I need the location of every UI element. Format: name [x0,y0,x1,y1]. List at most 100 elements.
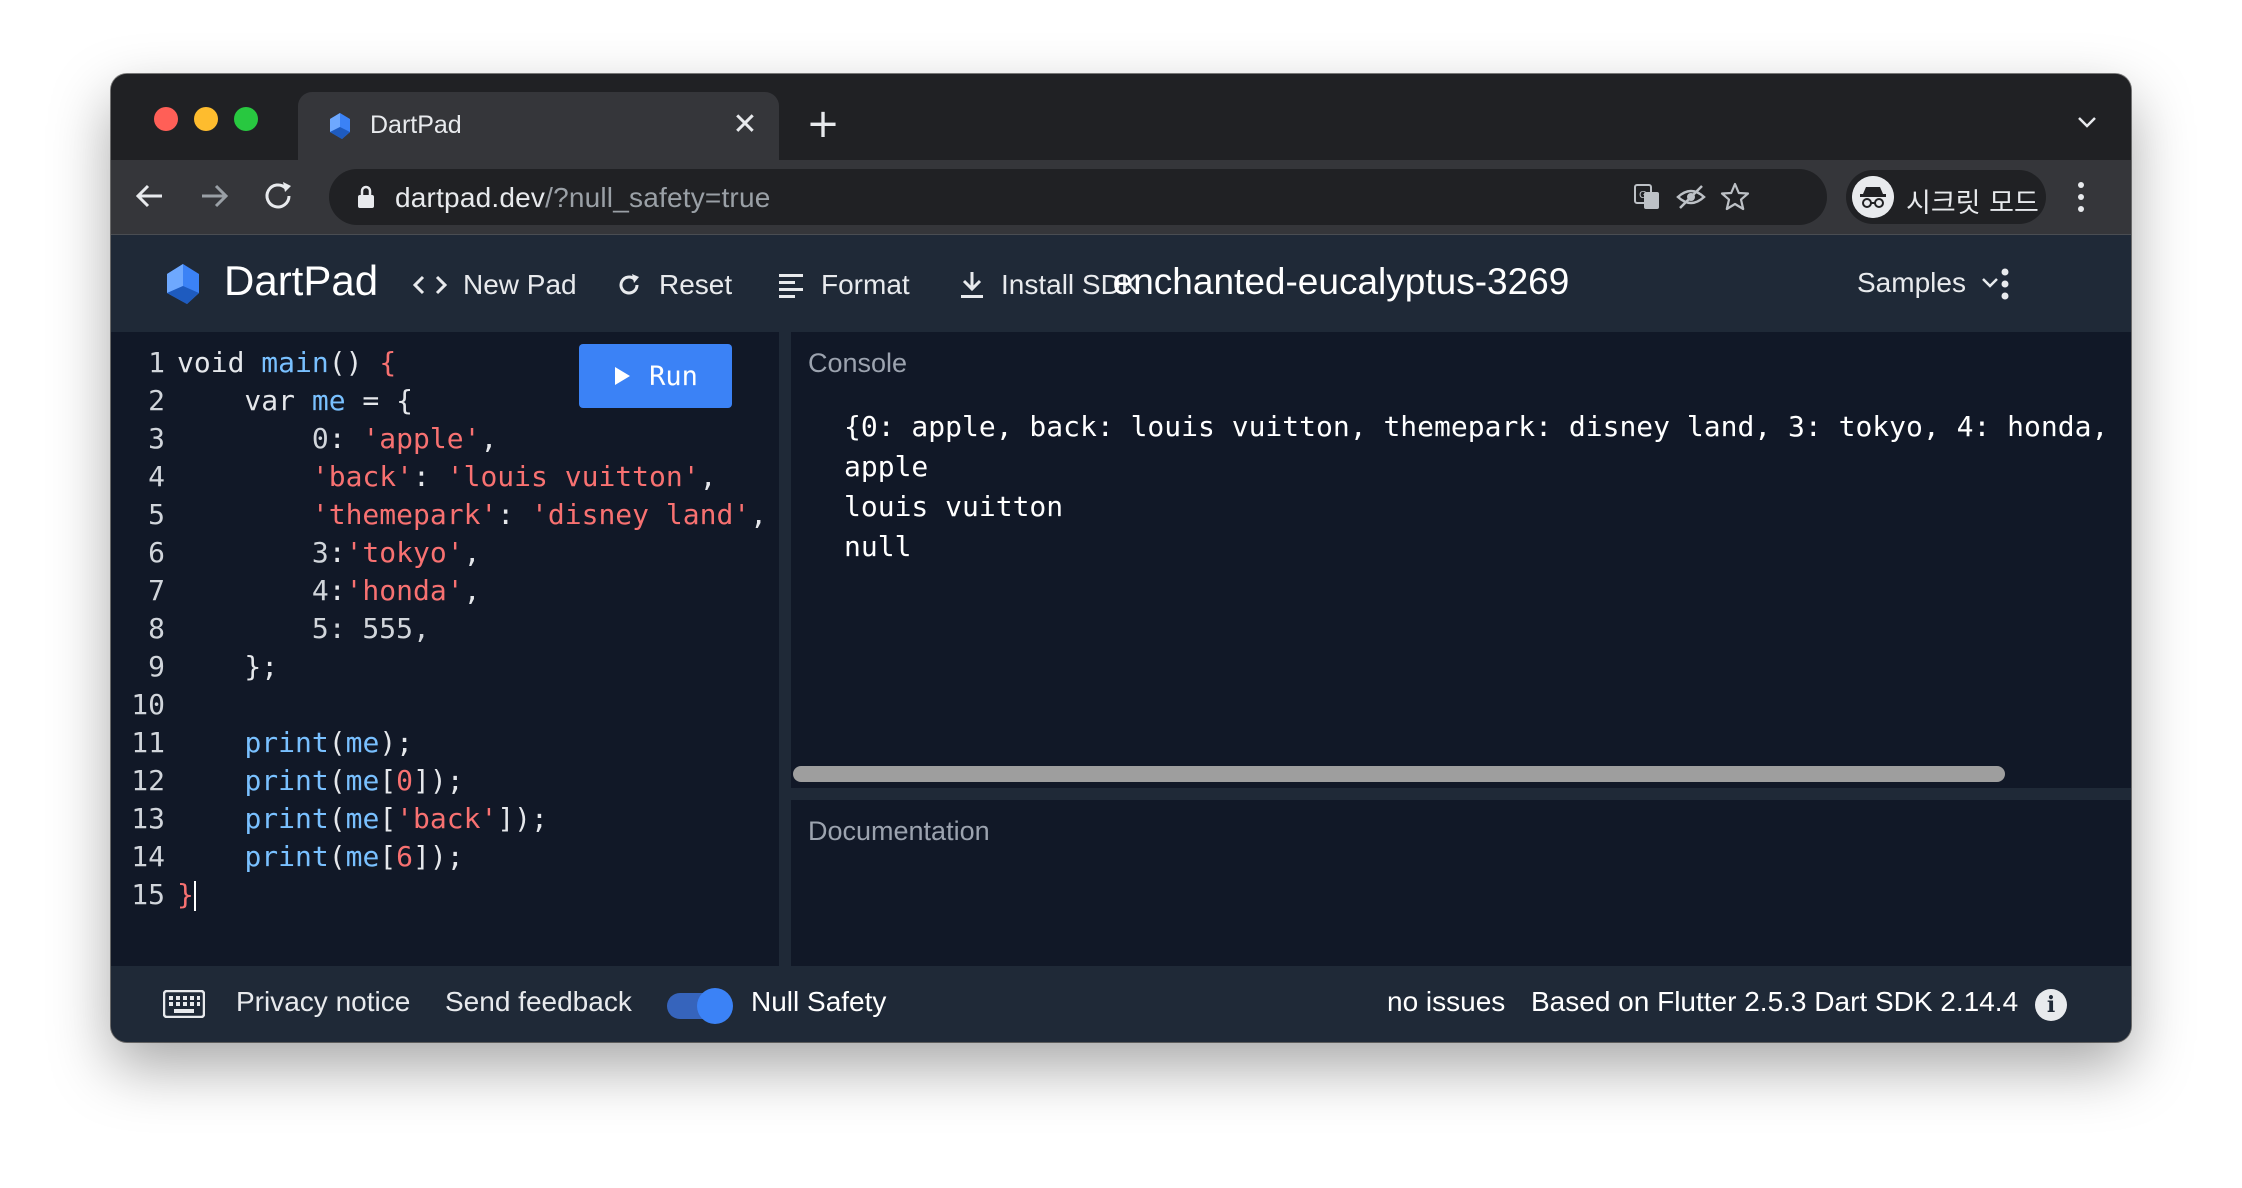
code-line: 13 print(me['back']); [111,800,548,838]
run-button[interactable]: Run [579,344,732,408]
code-token: 3 [177,536,329,569]
line-number: 9 [148,650,165,683]
code-token: print [244,802,329,835]
console-line: louis vuitton [844,490,1064,523]
code-line: 9 }; [111,648,278,686]
code-token: { [379,346,397,379]
null-safety-toggle[interactable] [667,988,735,1024]
console-line: apple [844,450,929,483]
line-number: 10 [131,688,165,721]
code-token: me [345,764,380,797]
chevron-down-icon [1982,278,1998,288]
translate-icon[interactable]: G [1631,181,1663,213]
code-token: me [345,802,380,835]
horizontal-splitter[interactable] [791,788,2131,800]
documentation-label: Documentation [808,816,990,846]
lock-icon[interactable] [355,184,377,210]
new-pad-label: New Pad [463,269,577,300]
code-line: 10 [111,686,177,724]
samples-dropdown[interactable]: Samples [1857,267,2000,299]
code-token: 'back' [177,460,414,493]
code-token: ( [328,726,346,759]
bookmark-star-icon[interactable] [1719,181,1751,213]
text-cursor [193,881,196,911]
code-token: var [177,384,312,417]
back-arrow-icon[interactable] [128,174,172,218]
samples-label: Samples [1857,267,1966,298]
code-token: me [345,726,380,759]
code-line: 12 print(me[0]); [111,762,463,800]
maximize-window-button[interactable] [234,107,258,131]
code-token: print [244,840,329,873]
code-editor[interactable]: 1 void main() { 2 var me = { 3 0: 'apple'… [111,332,779,966]
console-line: null [844,530,912,563]
code-line: 7 4:'honda', [111,572,480,610]
code-token: : [497,498,532,531]
line-number: 5 [148,498,165,531]
console-horizontal-scrollbar[interactable] [793,766,2005,782]
privacy-notice-link[interactable]: Privacy notice [236,986,410,1018]
pad-name[interactable]: enchanted-eucalyptus-3269 [1071,261,1611,303]
eye-off-icon[interactable] [1675,181,1707,213]
code-token: }; [177,650,279,683]
line-number: 6 [148,536,165,569]
line-number: 13 [131,802,165,835]
reset-button[interactable]: Reset [615,267,732,303]
keyboard-icon[interactable] [163,990,205,1018]
code-token: () [328,346,380,379]
code-token: ]); [497,802,548,835]
browser-menu-icon[interactable] [2077,180,2085,214]
new-pad-button[interactable]: New Pad [413,267,577,303]
code-token: : [328,536,346,569]
sdk-version: Based on Flutter 2.5.3 Dart SDK 2.14.4 [1531,986,2019,1017]
new-tab-button[interactable]: + [803,104,843,144]
address-bar[interactable]: dartpad.dev/?null_safety=true G [329,169,1827,225]
code-line: 15} [111,876,196,914]
code-token: , [463,536,481,569]
code-line: 6 3:'tokyo', [111,534,480,572]
browser-toolbar: dartpad.dev/?null_safety=true G 시크릿 모드 [111,160,2131,234]
line-number: 4 [148,460,165,493]
code-token: print [244,726,329,759]
toggle-knob [697,988,733,1024]
code-token: 'honda' [345,574,464,607]
status-footer: Privacy notice Send feedback Null Safety… [111,966,2131,1042]
reset-label: Reset [659,269,733,300]
code-token: main [261,346,329,379]
console-label: Console [808,348,908,378]
code-brackets-icon [413,275,447,295]
dart-favicon-icon [330,113,350,139]
chevron-down-icon[interactable] [2073,112,2101,132]
close-tab-icon[interactable]: ✕ [728,108,762,142]
documentation-panel: Documentation [791,800,2131,966]
close-window-button[interactable] [154,107,178,131]
info-icon[interactable]: i [2035,989,2067,1021]
send-feedback-link[interactable]: Send feedback [445,986,632,1018]
download-icon [961,272,983,298]
code-token: [ [379,840,397,873]
incognito-label: 시크릿 모드 [1906,188,2039,219]
url-text: dartpad.dev/?null_safety=true [395,182,771,214]
forward-arrow-icon[interactable] [192,174,236,218]
minimize-window-button[interactable] [194,107,218,131]
url-host: dartpad.dev [395,182,546,213]
incognito-profile-button[interactable]: 시크릿 모드 [1846,170,2046,224]
console-panel: Console {0: apple, back: louis vuitton, … [791,332,2131,788]
null-safety-label: Null Safety [751,986,887,1017]
line-number: 15 [131,878,165,911]
format-label: Format [821,269,910,300]
issues-status: no issues [1387,986,1506,1017]
code-token: 0 [177,422,329,455]
code-line: 2 var me = { [111,382,413,420]
incognito-icon [1852,176,1894,218]
code-token: ( [328,802,346,835]
code-line: 14 print(me[6]); [111,838,463,876]
browser-tab-dartpad[interactable]: DartPad ✕ [298,92,779,160]
format-button[interactable]: Format [777,267,910,303]
line-number: 14 [131,840,165,873]
more-options-icon[interactable] [2001,267,2009,301]
reload-icon[interactable] [256,174,300,218]
vertical-splitter[interactable] [779,332,791,966]
app-title: DartPad [224,257,379,304]
